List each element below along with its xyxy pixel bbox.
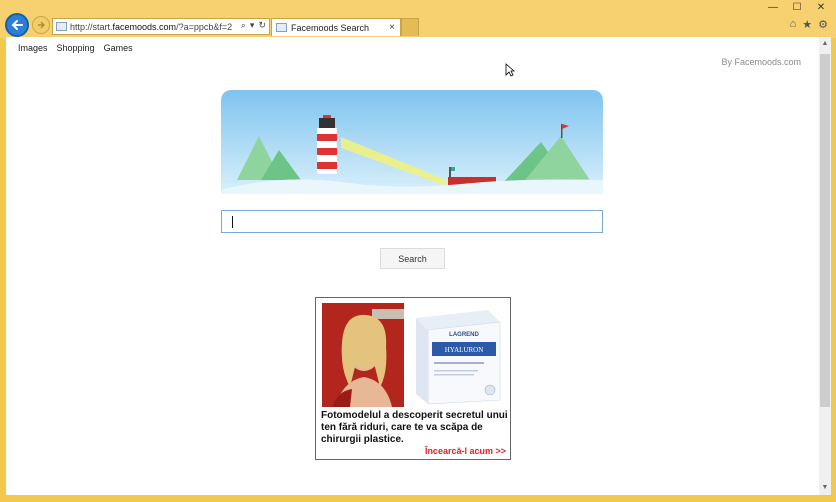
dropdown-icon[interactable]: ▾ bbox=[250, 20, 255, 31]
search-input[interactable] bbox=[221, 210, 603, 233]
svg-text:LAGREND: LAGREND bbox=[449, 332, 479, 338]
forward-arrow-icon bbox=[38, 21, 45, 29]
address-url[interactable]: http://start.facemoods.com/?a=ppcb&f=2 bbox=[70, 22, 232, 32]
ad-cta-link[interactable]: Încearcă-l acum >> bbox=[425, 446, 506, 456]
vertical-scrollbar[interactable]: ▲ ▼ bbox=[819, 37, 831, 495]
ad-headline[interactable]: Fotomodelul a descoperit secretul unui t… bbox=[321, 410, 509, 446]
page-content: Images Shopping Games By Facemoods.com S… bbox=[6, 37, 819, 495]
ad-model-photo bbox=[322, 303, 404, 407]
minimize-icon[interactable]: — bbox=[764, 2, 782, 13]
browser-window: http://start.facemoods.com/?a=ppcb&f=2 ⌕… bbox=[0, 0, 836, 502]
settings-gear-icon[interactable]: ⚙ bbox=[818, 18, 828, 31]
address-bar[interactable]: http://start.facemoods.com/?a=ppcb&f=2 ⌕… bbox=[52, 18, 270, 35]
scroll-up-arrow-icon[interactable]: ▲ bbox=[819, 37, 831, 51]
new-tab-button[interactable] bbox=[401, 18, 419, 36]
tab-facemoods[interactable]: Facemoods Search × bbox=[271, 18, 401, 36]
nav-link-games[interactable]: Games bbox=[104, 43, 133, 53]
nav-link-shopping[interactable]: Shopping bbox=[57, 43, 95, 53]
scroll-down-arrow-icon[interactable]: ▼ bbox=[819, 481, 831, 495]
close-tab-icon[interactable]: × bbox=[389, 22, 395, 33]
byline-link[interactable]: By Facemoods.com bbox=[721, 57, 801, 67]
lighthouse-landscape-illustration bbox=[221, 90, 603, 194]
advertisement[interactable]: LAGREND HYALURON Fotomodelul a descoperi… bbox=[315, 297, 511, 460]
ad-product-image: LAGREND HYALURON bbox=[408, 304, 504, 406]
back-button[interactable] bbox=[5, 13, 29, 37]
search-button[interactable]: Search bbox=[380, 248, 445, 269]
svg-text:HYALURON: HYALURON bbox=[445, 346, 484, 354]
nav-link-images[interactable]: Images bbox=[18, 43, 48, 53]
page-favicon-icon bbox=[56, 22, 67, 31]
scroll-thumb[interactable] bbox=[820, 54, 830, 407]
maximize-icon[interactable]: ☐ bbox=[788, 2, 806, 13]
refresh-icon[interactable]: ↻ bbox=[258, 20, 266, 31]
tab-favicon-icon bbox=[276, 23, 287, 32]
mouse-cursor-icon bbox=[505, 63, 515, 77]
tab-title: Facemoods Search bbox=[291, 22, 370, 33]
close-window-icon[interactable]: ✕ bbox=[812, 2, 830, 13]
back-arrow-icon bbox=[11, 20, 23, 30]
browser-tool-icons: ⌂ ★ ⚙ bbox=[790, 18, 828, 31]
search-icon[interactable]: ⌕ bbox=[241, 20, 246, 31]
top-nav: Images Shopping Games bbox=[18, 43, 133, 53]
home-icon[interactable]: ⌂ bbox=[790, 18, 797, 31]
text-caret bbox=[232, 216, 233, 228]
browser-toolbar: http://start.facemoods.com/?a=ppcb&f=2 ⌕… bbox=[0, 0, 836, 38]
window-controls: — ☐ ✕ bbox=[764, 2, 830, 13]
facemoods-logo-banner bbox=[221, 90, 603, 194]
favorites-star-icon[interactable]: ★ bbox=[802, 18, 812, 31]
forward-button[interactable] bbox=[32, 16, 50, 34]
